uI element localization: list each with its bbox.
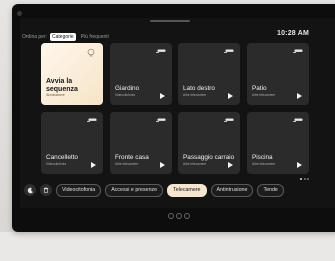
camera-icon xyxy=(224,49,234,53)
tile-piscina[interactable]: Piscina Altre telecamere xyxy=(247,112,309,174)
tile-name: Piscina xyxy=(252,154,273,161)
filter-chip-videocitofonia[interactable]: Videocitofonia xyxy=(56,183,102,197)
tile-subtitle: Altre telecamere xyxy=(183,93,207,97)
play-icon[interactable] xyxy=(91,162,96,168)
tile-subtitle: Altre telecamere xyxy=(183,162,207,166)
home-dot xyxy=(168,213,174,219)
page-indicator xyxy=(300,178,309,180)
camera-icon xyxy=(293,118,303,122)
tile-subtitle: Videocitofonia xyxy=(115,93,135,97)
tile-cancelletto[interactable]: Cancelletto Videocitofonia xyxy=(41,112,103,174)
tile-lato-destro[interactable]: Lato destro Altre telecamere xyxy=(178,43,240,105)
tile-giardino[interactable]: Giardino Videocitofonia xyxy=(110,43,172,105)
home-dot xyxy=(184,213,190,219)
sort-option-categories[interactable]: Categorie xyxy=(50,33,76,41)
tile-name: Passaggio carraio xyxy=(183,154,235,161)
filter-chip-accessi[interactable]: Accessi e presenze xyxy=(105,183,164,197)
home-indicator xyxy=(168,213,190,219)
play-icon[interactable] xyxy=(160,162,165,168)
play-icon[interactable] xyxy=(228,162,233,168)
camera-icon xyxy=(156,49,166,53)
tile-name: Giardino xyxy=(115,85,140,92)
page-dot xyxy=(303,178,306,180)
play-icon[interactable] xyxy=(297,162,302,168)
moon-icon[interactable] xyxy=(24,184,36,196)
page-dot xyxy=(300,178,302,180)
sort-bar: Ordina per: Categorie Più frequenti xyxy=(22,33,111,41)
pull-down-handle[interactable] xyxy=(150,20,190,22)
camera-icon xyxy=(224,118,234,122)
camera-icon xyxy=(87,118,97,122)
tile-subtitle: Altre telecamere xyxy=(252,93,276,97)
filter-chip-tende[interactable]: Tende xyxy=(257,183,284,197)
trash-icon[interactable] xyxy=(40,184,52,196)
wall-lower xyxy=(0,232,335,261)
proximity-sensor xyxy=(17,11,22,16)
tile-subtitle: Altre telecamere xyxy=(252,162,276,166)
tile-fronte-casa[interactable]: Fronte casa Altre telecamere xyxy=(110,112,172,174)
sort-label: Ordina per: xyxy=(22,34,48,40)
home-dot xyxy=(176,213,182,219)
tile-name: Lato destro xyxy=(183,85,215,92)
tile-passaggio-carraio[interactable]: Passaggio carraio Altre telecamere xyxy=(178,112,240,174)
play-icon[interactable] xyxy=(228,93,233,99)
filter-chip-telecamere[interactable]: Telecamere xyxy=(167,183,207,197)
play-icon[interactable] xyxy=(297,93,302,99)
tile-name: Fronte casa xyxy=(115,154,149,161)
tile-name: Cancelletto xyxy=(46,154,78,161)
category-filter-bar: Videocitofonia Accessi e presenze Teleca… xyxy=(24,183,284,197)
camera-icon xyxy=(156,118,166,122)
tile-subtitle: Altre telecamere xyxy=(115,162,139,166)
page-dot xyxy=(307,178,309,180)
tile-name: Patio xyxy=(252,85,267,92)
tile-subtitle: Videocitofonia xyxy=(46,162,66,166)
camera-icon xyxy=(293,49,303,53)
tile-patio[interactable]: Patio Altre telecamere xyxy=(247,43,309,105)
tile-subtitle: Illuminazione xyxy=(46,93,65,97)
play-icon[interactable] xyxy=(160,93,165,99)
tile-name: Avvia la sequenza xyxy=(46,78,78,93)
filter-chip-antintrusione[interactable]: Antintrusione xyxy=(210,183,254,197)
bulb-icon xyxy=(87,48,95,57)
clock: 10:28 AM xyxy=(277,30,310,37)
sort-option-frequent[interactable]: Più frequenti xyxy=(79,33,111,41)
tile-avvia-sequenza[interactable]: Avvia la sequenza Illuminazione xyxy=(41,43,103,105)
